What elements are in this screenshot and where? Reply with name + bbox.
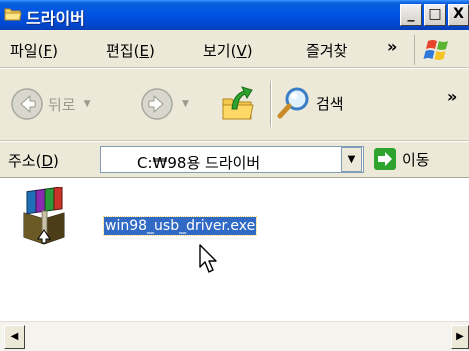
mouse-cursor-icon	[199, 244, 217, 273]
menu-overflow-chevron[interactable]: »	[387, 37, 397, 56]
windows-logo-icon	[414, 35, 448, 65]
menu-view-label: 보기(	[203, 42, 237, 60]
toolbar-separator	[270, 81, 271, 127]
go-button[interactable]: 이동	[374, 148, 430, 170]
file-list[interactable]: win98_usb_driver.exe	[0, 179, 469, 321]
menu-file-tail: )	[52, 42, 58, 60]
minimize-button[interactable]: _	[400, 4, 422, 26]
menu-favorites-label: 즐겨찾	[306, 42, 348, 60]
address-value: C:₩98용 드라이버	[137, 154, 261, 172]
maximize-button[interactable]: □	[424, 4, 446, 26]
back-label: 뒤로	[48, 95, 76, 114]
up-folder-icon	[222, 86, 254, 120]
scroll-left-button[interactable]: ◀	[4, 325, 25, 349]
horizontal-scrollbar[interactable]: ◀ ▶	[0, 321, 469, 351]
menu-view-accel: V	[236, 42, 247, 60]
back-button[interactable]: 뒤로 ▼	[10, 87, 91, 121]
go-label: 이동	[402, 150, 430, 169]
address-label-tail: )	[53, 152, 59, 170]
forward-arrow-icon	[141, 88, 173, 120]
back-arrow-icon	[11, 88, 43, 120]
title-bar[interactable]: 드라이버 _ □ X	[0, 0, 469, 30]
address-dropdown-button[interactable]: ▼	[341, 147, 362, 172]
window-title: 드라이버	[26, 9, 85, 28]
address-label-text: 주소(	[8, 152, 42, 170]
address-label-accel: D	[41, 152, 54, 170]
address-input[interactable]: C:₩98용 드라이버	[100, 146, 364, 173]
menu-file-label: 파일(	[10, 42, 44, 60]
address-label: 주소(D)	[8, 150, 59, 171]
close-button[interactable]: X	[448, 4, 469, 26]
search-icon	[277, 87, 309, 119]
menu-edit-accel: E	[139, 42, 149, 60]
folder-icon	[4, 8, 22, 21]
search-label: 검색	[316, 94, 344, 113]
forward-button[interactable]: ▼	[140, 87, 189, 121]
toolbar-overflow-chevron[interactable]: »	[447, 87, 457, 106]
menu-edit[interactable]: 편집(E)	[106, 40, 155, 61]
menu-edit-label: 편집(	[106, 42, 140, 60]
menu-favorites[interactable]: 즐겨찾	[306, 40, 347, 61]
menu-view[interactable]: 보기(V)	[203, 40, 253, 61]
file-name-label[interactable]: win98_usb_driver.exe	[102, 216, 258, 236]
up-folder-button[interactable]	[220, 83, 256, 123]
menu-file[interactable]: 파일(F)	[10, 40, 58, 61]
address-bar: 주소(D) C:₩98용 드라이버 ▼ 이동	[0, 142, 469, 178]
winrar-archive-icon[interactable]	[18, 187, 70, 245]
menu-view-tail: )	[246, 42, 253, 60]
scroll-right-button[interactable]: ▶	[451, 325, 469, 349]
menu-file-accel: F	[43, 42, 53, 60]
menu-bar: 파일(F) 편집(E) 보기(V) 즐겨찾 »	[0, 30, 469, 68]
menu-edit-tail: )	[148, 42, 155, 60]
toolbar: 뒤로 ▼ ▼ 검색 »	[0, 69, 469, 141]
search-button[interactable]: 검색	[276, 85, 344, 121]
go-arrow-icon	[374, 148, 396, 170]
back-dropdown-icon[interactable]: ▼	[84, 99, 91, 109]
forward-dropdown-icon[interactable]: ▼	[182, 99, 189, 109]
